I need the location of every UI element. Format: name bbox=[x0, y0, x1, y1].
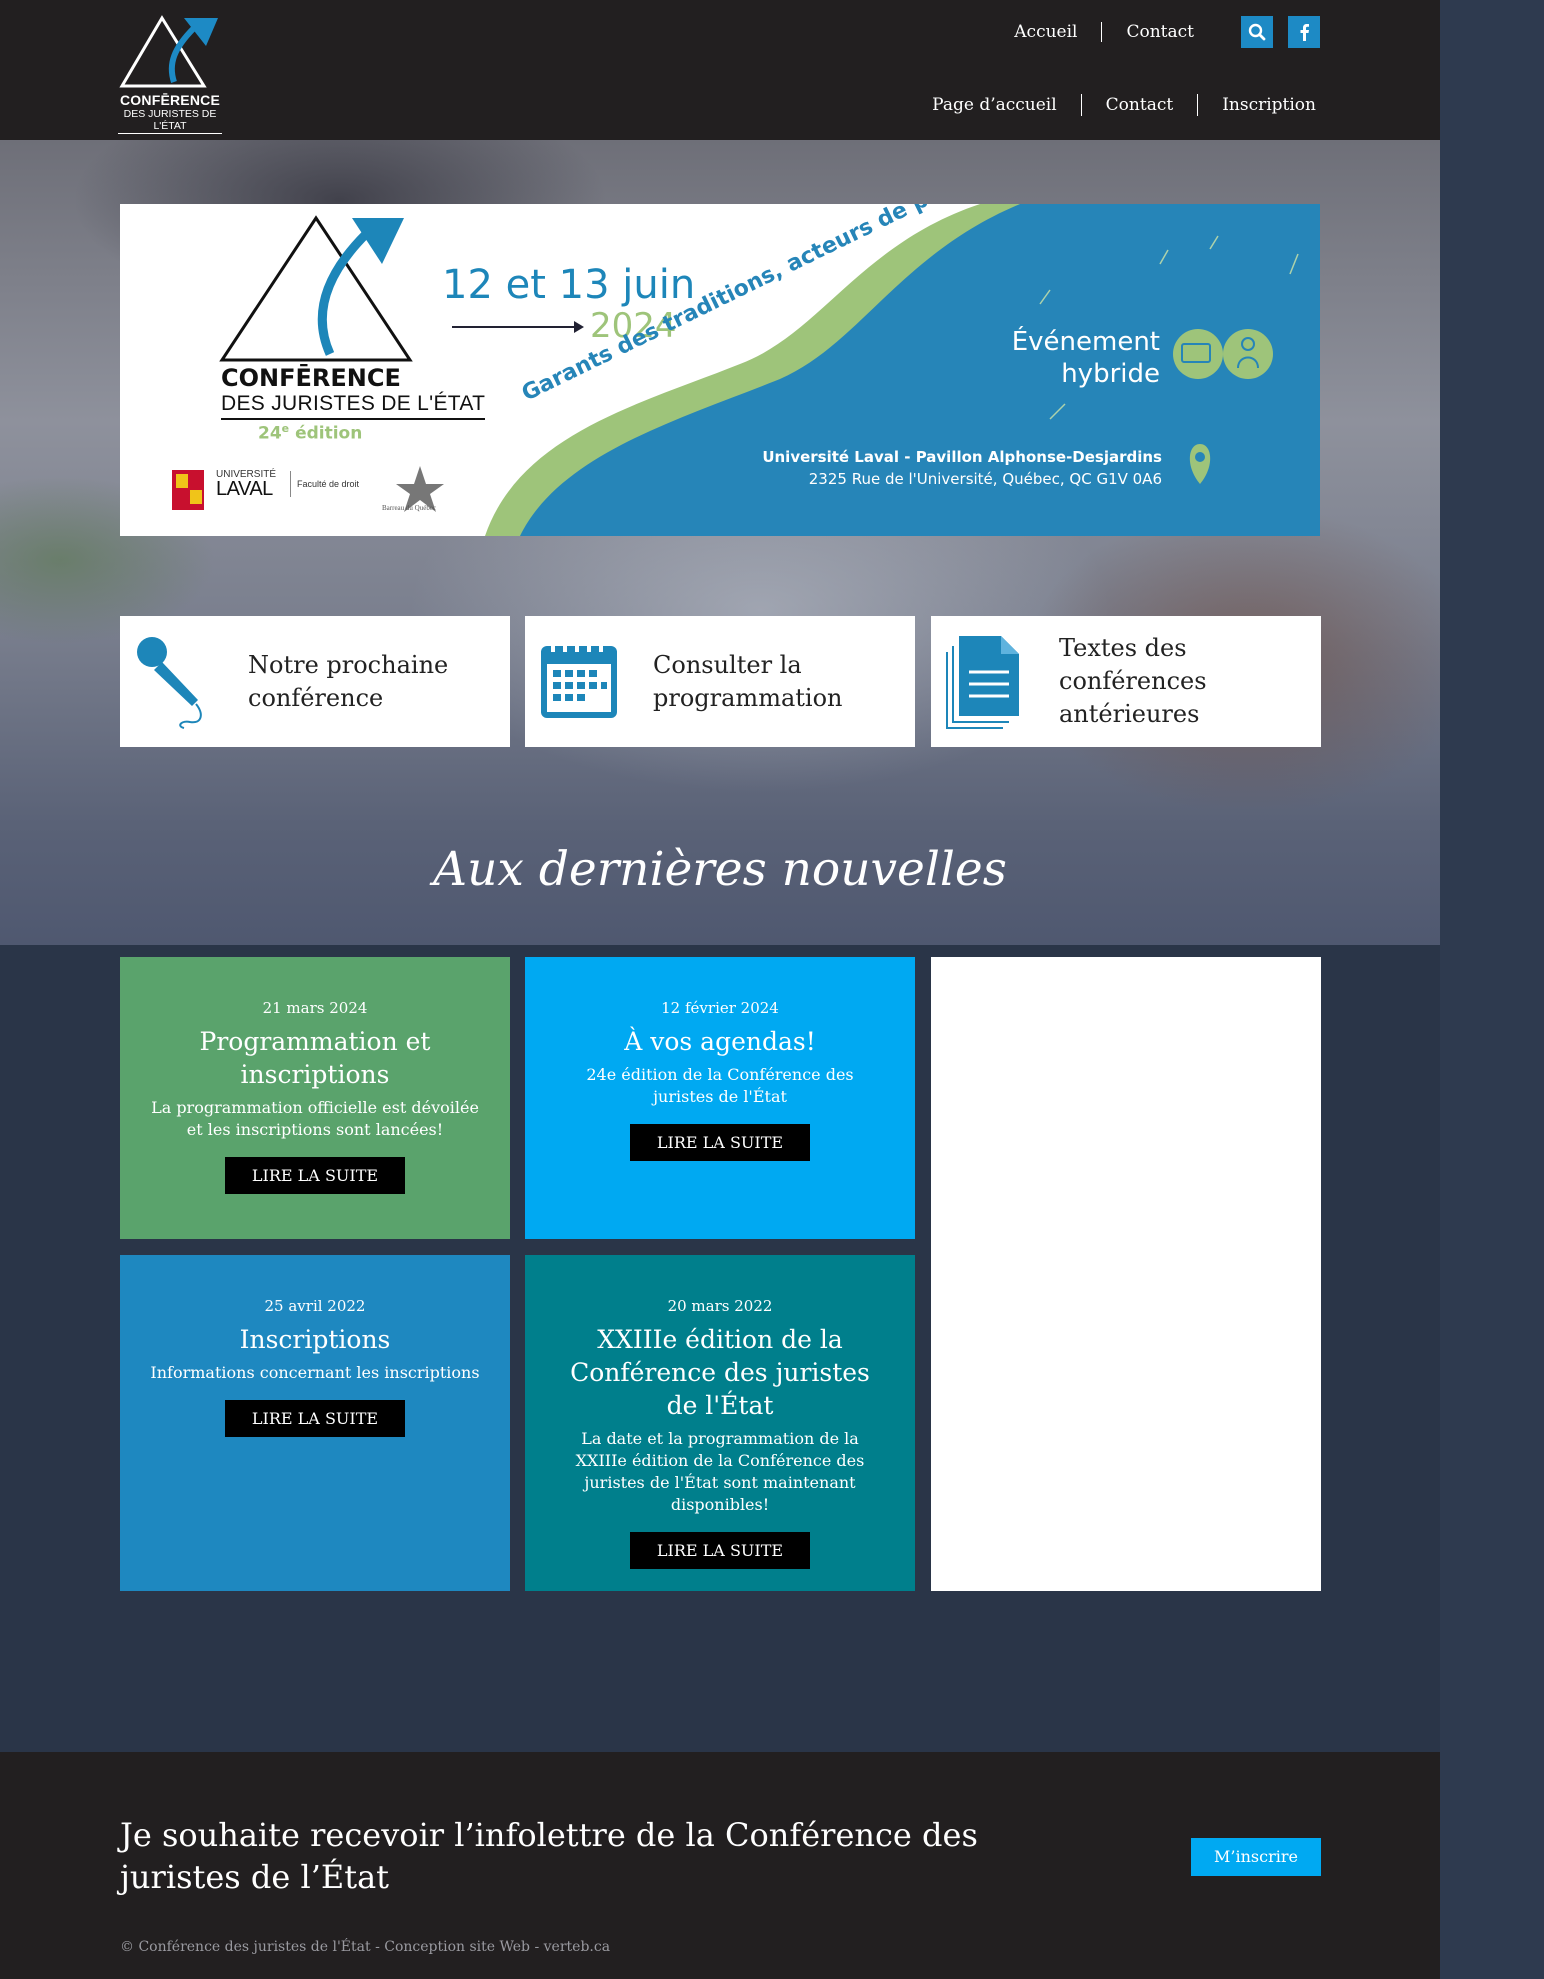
news-card: 25 avril 2022 Inscriptions Informations … bbox=[120, 1255, 510, 1591]
banner-arrow bbox=[452, 321, 584, 333]
feature-label: Textes des conférences antérieures bbox=[1059, 634, 1207, 728]
feature-label: Notre prochaine conférence bbox=[248, 650, 449, 712]
news-date: 12 février 2024 bbox=[661, 999, 779, 1017]
read-more-button[interactable]: LIRE LA SUITE bbox=[630, 1532, 810, 1569]
site-footer: Je souhaite recevoir l’infolettre de la … bbox=[0, 1752, 1440, 1979]
feature-past-texts[interactable]: Textes des conférences antérieures bbox=[931, 616, 1321, 747]
news-title[interactable]: XXIIIe édition de la Conférence des juri… bbox=[555, 1323, 885, 1422]
news-section-title: Aux dernières nouvelles bbox=[433, 842, 1007, 897]
mainnav-inscription[interactable]: Inscription bbox=[1197, 94, 1316, 116]
microphone-icon bbox=[137, 637, 202, 729]
read-more-button[interactable]: LIRE LA SUITE bbox=[225, 1157, 405, 1194]
mainnav-contact[interactable]: Contact bbox=[1080, 94, 1198, 116]
event-banner[interactable]: 12 et 13 juin 2024 CONFĒRENCE DES JURIST… bbox=[120, 204, 1320, 536]
edition-word: édition bbox=[295, 423, 363, 444]
copyright: © Conférence des juristes de l'État - Co… bbox=[120, 1939, 611, 1955]
banner-dates: 12 et 13 juin bbox=[442, 262, 696, 308]
news-sidebar-panel bbox=[931, 957, 1321, 1591]
right-edge-strip bbox=[1440, 0, 1544, 1979]
news-desc: La date et la programmation de la XXIIIe… bbox=[575, 1429, 865, 1514]
calendar-icon bbox=[541, 640, 617, 718]
feature-label: Consulter la programmation bbox=[653, 650, 843, 712]
edition-sup: e bbox=[281, 422, 290, 435]
barreau-logo-text: Barreau du Québec bbox=[382, 504, 437, 512]
topnav-accueil[interactable]: Accueil bbox=[990, 22, 1101, 42]
logo-subtitle: DES JURISTES DE L'ÉTAT bbox=[118, 108, 222, 134]
banner-address: 2325 Rue de l'Université, Québec, QC G1V… bbox=[808, 470, 1162, 488]
facebook-button[interactable] bbox=[1288, 16, 1320, 48]
top-nav: Accueil Contact bbox=[990, 20, 1218, 44]
news-title[interactable]: Inscriptions bbox=[150, 1323, 480, 1356]
banner-conf-title: CONFĒRENCE bbox=[221, 364, 401, 392]
news-desc: La programmation officielle est dévoilée… bbox=[151, 1098, 479, 1139]
edition-number: 24 bbox=[258, 423, 282, 444]
event-line-1: Événement bbox=[1011, 327, 1160, 357]
news-title[interactable]: À vos agendas! bbox=[555, 1025, 885, 1058]
feature-programme[interactable]: Consulter la programmation bbox=[525, 616, 915, 747]
laval-big: LAVAL bbox=[216, 478, 273, 500]
news-card: 21 mars 2024 Programmation et inscriptio… bbox=[120, 957, 510, 1239]
topnav-contact[interactable]: Contact bbox=[1101, 22, 1218, 42]
event-line-2: hybride bbox=[1061, 359, 1160, 389]
search-button[interactable] bbox=[1241, 16, 1273, 48]
laval-faculty: Faculté de droit bbox=[290, 471, 359, 497]
newsletter-text: Je souhaite recevoir l’infolettre de la … bbox=[120, 1816, 978, 1896]
news-desc: Informations concernant les inscriptions bbox=[150, 1363, 480, 1382]
read-more-button[interactable]: LIRE LA SUITE bbox=[630, 1124, 810, 1161]
laval-logo: UNIVERSITÉ LAVAL Faculté de droit bbox=[216, 470, 359, 500]
page: CONFĒRENCE DES JURISTES DE L'ÉTAT Accuei… bbox=[0, 0, 1440, 1979]
news-desc: 24e édition de la Conférence des juriste… bbox=[586, 1065, 854, 1106]
logo-triangle-icon bbox=[119, 15, 218, 88]
banner-conf-subtitle: DES JURISTES DE L'ÉTAT bbox=[221, 392, 486, 420]
news-date: 21 mars 2024 bbox=[262, 999, 368, 1017]
banner-event-type: Événement hybride bbox=[1012, 326, 1160, 390]
newsletter-subscribe-button[interactable]: M’inscrire bbox=[1191, 1838, 1321, 1876]
site-header: CONFĒRENCE DES JURISTES DE L'ÉTAT Accuei… bbox=[0, 0, 1440, 140]
news-card: 20 mars 2022 XXIIIe édition de la Confér… bbox=[525, 1255, 915, 1591]
news-title[interactable]: Programmation et inscriptions bbox=[150, 1025, 480, 1091]
main-nav: Page d’accueil Contact Inscription bbox=[908, 94, 1316, 116]
news-card: 12 février 2024 À vos agendas! 24e éditi… bbox=[525, 957, 915, 1239]
news-date: 25 avril 2022 bbox=[264, 1297, 366, 1315]
banner-venue: Université Laval - Pavillon Alphonse-Des… bbox=[762, 448, 1162, 466]
banner-edition: 24e édition bbox=[258, 422, 362, 444]
search-icon bbox=[1248, 23, 1266, 41]
feature-next-conference[interactable]: Notre prochaine conférence bbox=[120, 616, 510, 747]
site-logo[interactable]: CONFĒRENCE DES JURISTES DE L'ÉTAT bbox=[118, 14, 222, 134]
facebook-icon bbox=[1300, 24, 1309, 41]
document-icon bbox=[946, 636, 1019, 729]
logo-title: CONFĒRENCE bbox=[119, 92, 220, 108]
read-more-button[interactable]: LIRE LA SUITE bbox=[225, 1400, 405, 1437]
mainnav-page-accueil[interactable]: Page d’accueil bbox=[908, 94, 1081, 116]
news-date: 20 mars 2022 bbox=[667, 1297, 773, 1315]
